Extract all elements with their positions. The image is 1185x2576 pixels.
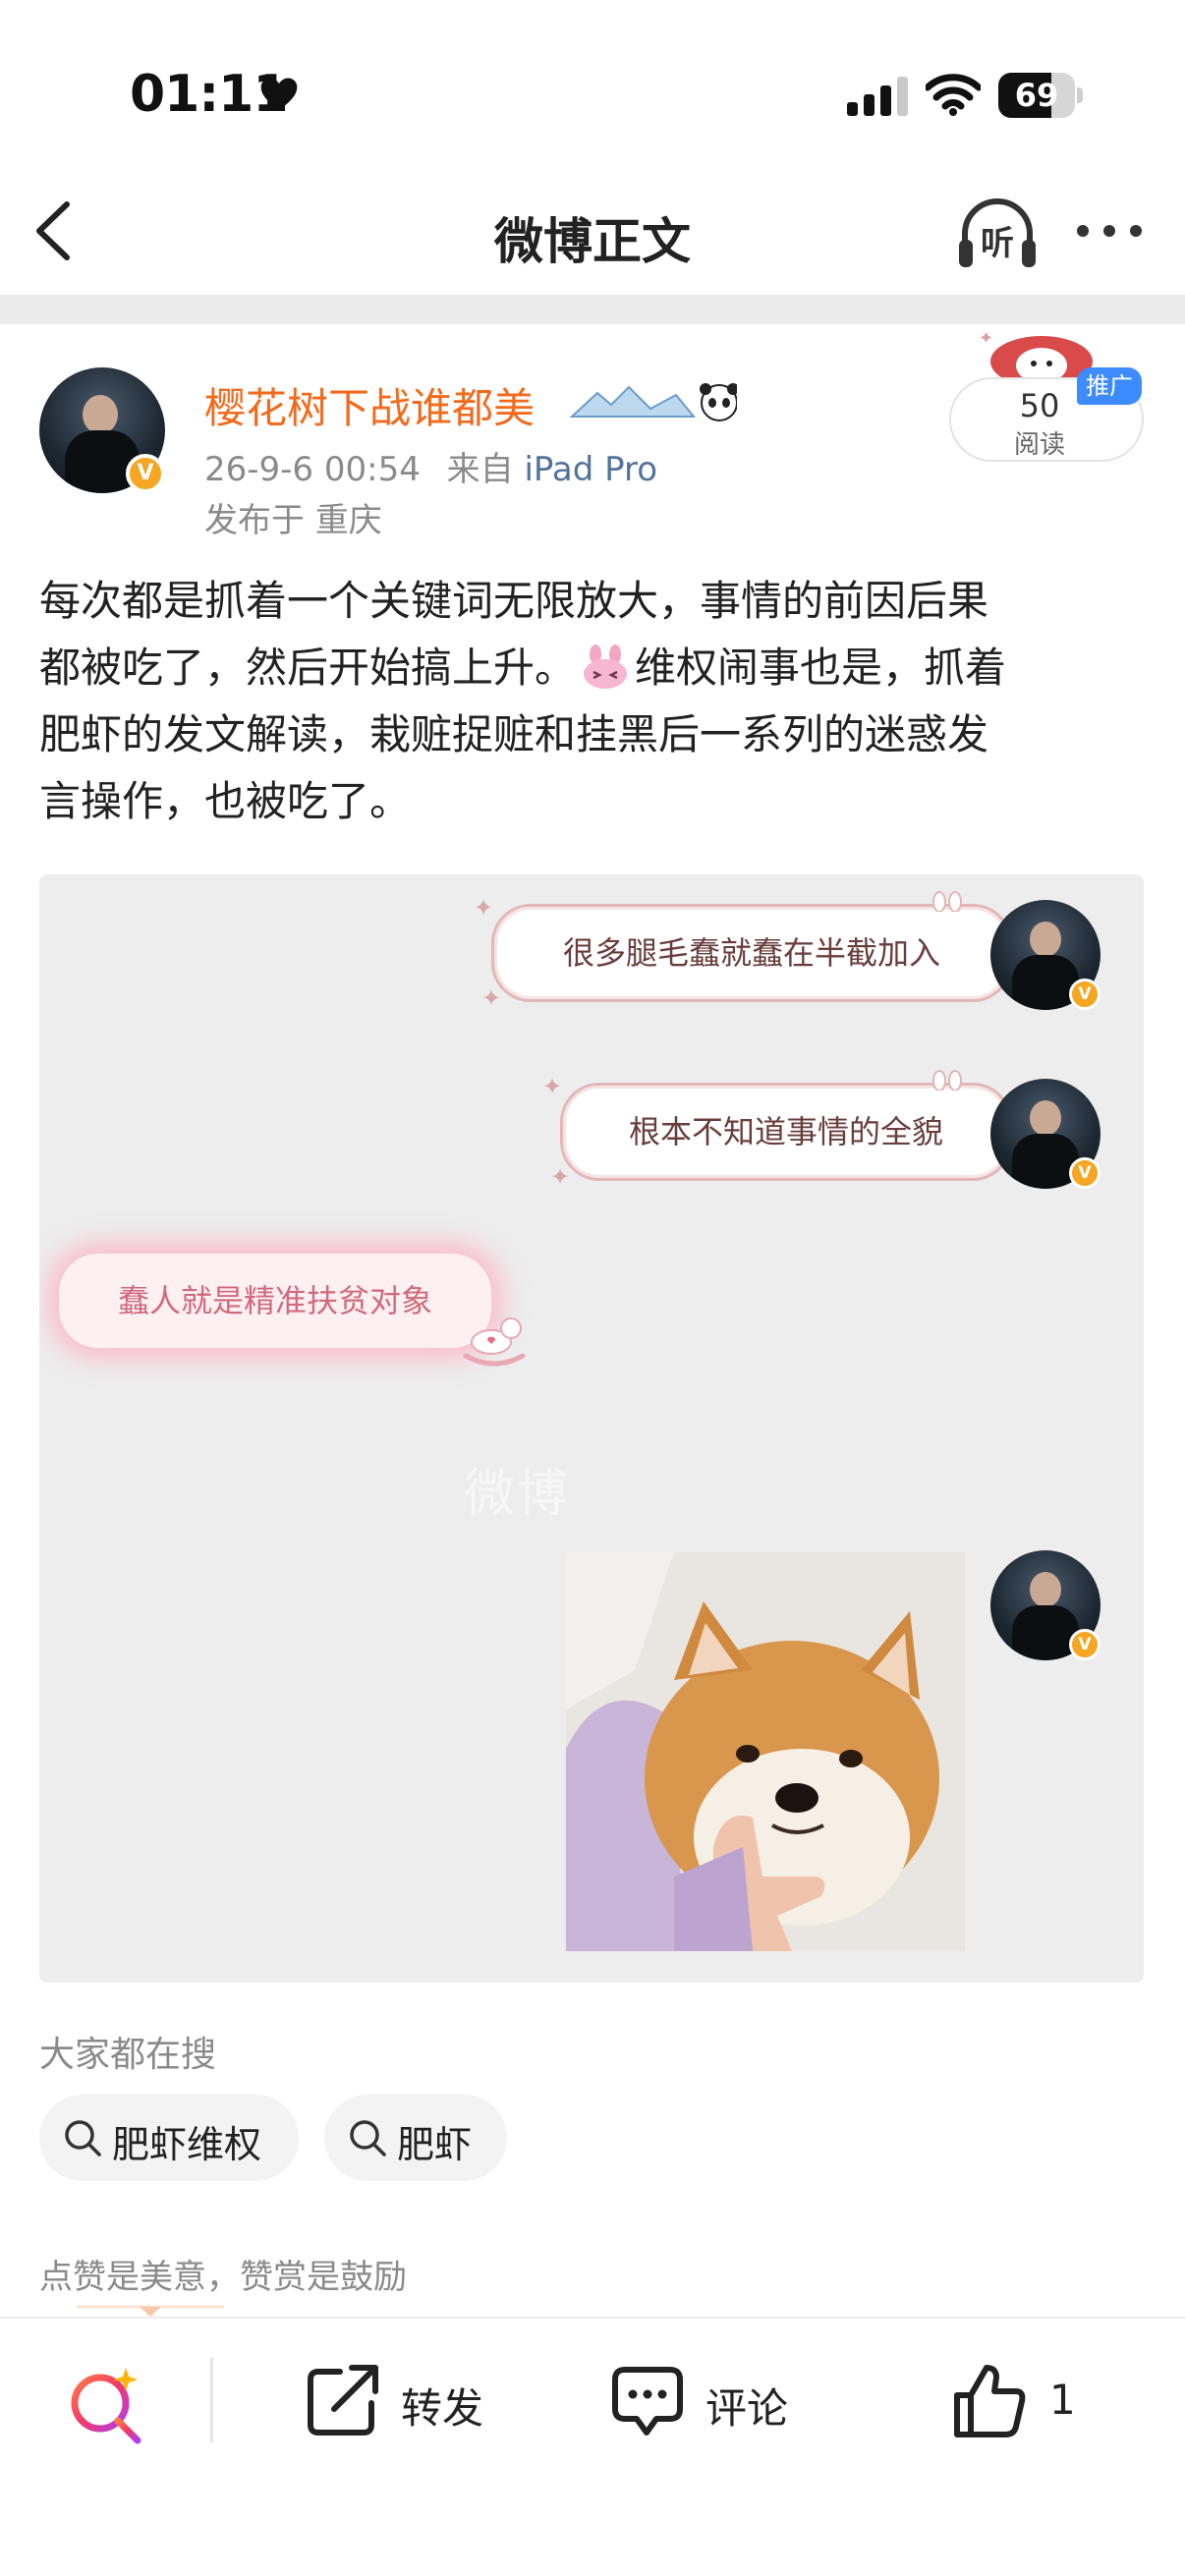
sparkle-icon: ✦ [550,1163,571,1191]
chat-bubble-left: 蠢人就是精准扶贫对象 [59,1254,491,1348]
image-watermark: 微博 [464,1465,571,1524]
post-source[interactable]: iPad Pro [524,450,657,489]
chat-bubble-right: 根本不知道事情的全貌 [560,1083,1012,1181]
reward-text: 点赞是美意，赞赏是鼓励 [39,2258,407,2297]
repost-button[interactable]: 转发 [305,2356,501,2444]
sparkle-icon: ✦ [542,1073,563,1100]
bunny-ear-icon [932,1070,962,1091]
post-body: 每次都是抓着一个关键词无限放大，事情的前因后果 都被吃了，然后开始搞上升。 维权… [39,568,1150,835]
verified-badge: V [126,454,165,493]
verified-badge: V [1069,1629,1100,1660]
read-label: 阅读 [1013,430,1065,460]
search-chip[interactable]: 肥虾维权 [39,2095,299,2181]
search-chip-label: 肥虾维权 [112,2123,262,2166]
comment-button[interactable]: 评论 [609,2356,806,2444]
like-button[interactable]: 1 [951,2356,1089,2444]
search-icon [65,2120,101,2156]
repost-label: 转发 [401,2384,484,2433]
heart-icon [260,78,298,111]
bunny-emoji-icon [584,644,628,689]
chat-bubble-right: 很多腿毛蠢就蠢在半截加入 [491,904,1012,1002]
post-source-prefix: 来自 [446,450,514,489]
search-chip-label: 肥虾 [397,2123,473,2166]
shiba-dog-photo [566,1552,965,1951]
post-body-line: 每次都是抓着一个关键词无限放大，事情的前因后果 [39,577,989,625]
verified-badge: V [1069,1157,1100,1189]
search-chip[interactable]: 肥虾 [324,2095,507,2181]
battery-icon: 69 [998,73,1083,118]
bunny-ear-icon [932,891,962,912]
toolbar-separator [210,2358,213,2442]
post-image-chat-screenshot[interactable]: ✦ ✦ 很多腿毛蠢就蠢在半截加入 V ✦ ✦ 根本不知道事情的全貌 V 蠢人就是… [39,874,1144,1983]
bottom-toolbar: 转发 评论 1 [0,2317,1185,2493]
author-name[interactable]: 樱花树下战谁都美 [204,375,535,435]
post-body-line: 肥虾的发文解读，栽赃捉赃和挂黑后一系列的迷惑发 [39,710,989,758]
post-body-line: 言操作，也被吃了。 [39,777,412,825]
name-decoration-icon [569,383,737,421]
post-date: 26-9-6 00:54 [204,450,421,489]
comment-label: 评论 [705,2384,789,2433]
nav-bar: 微博正文 听 [0,167,1185,295]
battery-percent: 69 [1014,77,1059,114]
rocking-horse-icon [463,1317,526,1367]
more-dots-icon[interactable] [1073,216,1146,246]
post-meta: 26-9-6 00:54 来自 iPad Pro [204,442,657,490]
sparkle-search-icon[interactable] [67,2364,147,2444]
signal-icon [847,77,908,116]
trending-search-title: 大家都在搜 [39,2035,217,2075]
comment-icon [612,2367,683,2436]
promo-tag: 推广 [1077,367,1142,405]
listen-button[interactable]: 听 [955,195,1040,273]
post-body-line: 维权闹事也是，抓着 [635,644,1007,692]
sparkle-icon: ✦ [474,894,494,922]
wifi-icon [926,74,981,116]
repost-icon [308,2365,378,2436]
post-body-line-with-emoji: 都被吃了，然后开始搞上升。 维权闹事也是，抓着 [39,635,1150,701]
verified-badge: V [1069,979,1100,1010]
like-count: 1 [1049,2376,1076,2424]
post-body-line: 都被吃了，然后开始搞上升。 [39,644,577,692]
thumbs-up-icon [954,2365,1026,2437]
sparkle-icon: ✦ [481,984,502,1012]
svg-text:✦: ✦ [979,328,993,349]
search-icon [350,2120,386,2156]
section-divider [0,295,1185,324]
status-bar: 01:11 69 [0,0,1185,157]
post-location: 发布于 重庆 [204,501,382,540]
listen-label: 听 [981,224,1014,263]
